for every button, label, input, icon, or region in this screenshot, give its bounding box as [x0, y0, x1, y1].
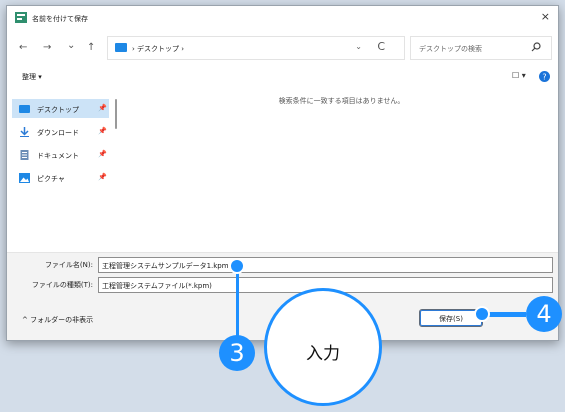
input-callout-bubble: 入力 [264, 288, 382, 406]
pin-icon: 📌 [98, 127, 107, 135]
bubble-text: 入力 [306, 344, 340, 364]
sidebar-scrollbar[interactable] [115, 99, 117, 129]
filename-label: ファイル名(N): [44, 261, 93, 269]
chevron-down-icon[interactable]: ⌄ [102, 261, 549, 269]
up-button[interactable]: ↑ [87, 42, 95, 53]
pin-icon: 📌 [98, 104, 107, 112]
dialog-title: 名前を付けて保存 [32, 15, 88, 23]
desktop-icon [115, 43, 127, 52]
step-4-badge: 4 [526, 296, 562, 332]
sidebar-item-pictures[interactable]: ピクチャ 📌 [12, 168, 109, 187]
help-icon[interactable]: ? [539, 71, 550, 82]
callout-dot-4 [474, 306, 490, 322]
document-icon [20, 150, 29, 160]
svg-text:?: ? [542, 73, 546, 82]
sidebar-item-desktop[interactable]: デスクトップ 📌 [12, 99, 109, 118]
callout-dot-3 [229, 258, 245, 274]
sidebar-item-label: デスクトップ [37, 106, 79, 114]
command-bar: 整理 ▾ ☐ ▾ ? [7, 66, 558, 88]
sidebar-item-label: ダウンロード [37, 129, 79, 137]
address-bar[interactable]: › デスクトップ › ⌄ C [107, 36, 405, 60]
callout-line-3 [236, 268, 239, 338]
desktop-icon [19, 105, 30, 113]
picture-icon [19, 173, 30, 183]
callout-line-4 [484, 312, 526, 317]
download-icon [20, 127, 29, 137]
navigation-pane: デスクトップ 📌 ダウンロード 📌 ドキュメント 📌 ピクチャ 📌 [12, 91, 122, 246]
navigation-bar: ← → ⌄ ↑ › デスクトップ › ⌄ C デスクトップの検索 [7, 36, 558, 62]
forward-button[interactable]: → [43, 42, 51, 53]
sidebar-item-label: ドキュメント [37, 152, 79, 160]
address-dropdown-icon[interactable]: ⌄ [355, 42, 362, 51]
search-input[interactable]: デスクトップの検索 [410, 36, 552, 60]
file-list[interactable]: 検索条件に一致する項目はありません。 [125, 91, 558, 251]
pin-icon: 📌 [98, 173, 107, 181]
pin-icon: 📌 [98, 150, 107, 158]
save-button-label: 保存(S) [439, 315, 463, 323]
save-as-dialog: 名前を付けて保存 × ← → ⌄ ↑ › デスクトップ › ⌄ C デスクトップ… [6, 5, 559, 341]
empty-message: 検索条件に一致する項目はありません。 [278, 97, 405, 105]
app-icon [15, 12, 27, 23]
sidebar-item-label: ピクチャ [37, 175, 65, 183]
address-path: › デスクトップ › [132, 45, 185, 53]
close-button[interactable]: × [541, 10, 550, 23]
sidebar-item-downloads[interactable]: ダウンロード 📌 [12, 122, 109, 141]
search-icon [531, 42, 541, 52]
organize-menu[interactable]: 整理 ▾ [22, 72, 42, 82]
step-3-badge: 3 [219, 335, 255, 371]
title-bar: 名前を付けて保存 × [7, 6, 558, 32]
sidebar-item-documents[interactable]: ドキュメント 📌 [12, 145, 109, 164]
back-button[interactable]: ← [19, 42, 27, 53]
refresh-button[interactable]: C [377, 40, 385, 53]
view-options-button[interactable]: ☐ ▾ [512, 71, 526, 80]
filetype-label: ファイルの種類(T): [31, 281, 93, 289]
history-dropdown[interactable]: ⌄ [67, 40, 75, 51]
hide-folders-button[interactable]: ^ フォルダーの非表示 [22, 315, 93, 325]
search-placeholder: デスクトップの検索 [419, 45, 482, 53]
filetype-value: 工程管理システムファイル(*.kpm) [102, 282, 212, 290]
filename-field[interactable]: 工程管理システムサンプルデータ1.kpm ⌄ [98, 257, 553, 273]
